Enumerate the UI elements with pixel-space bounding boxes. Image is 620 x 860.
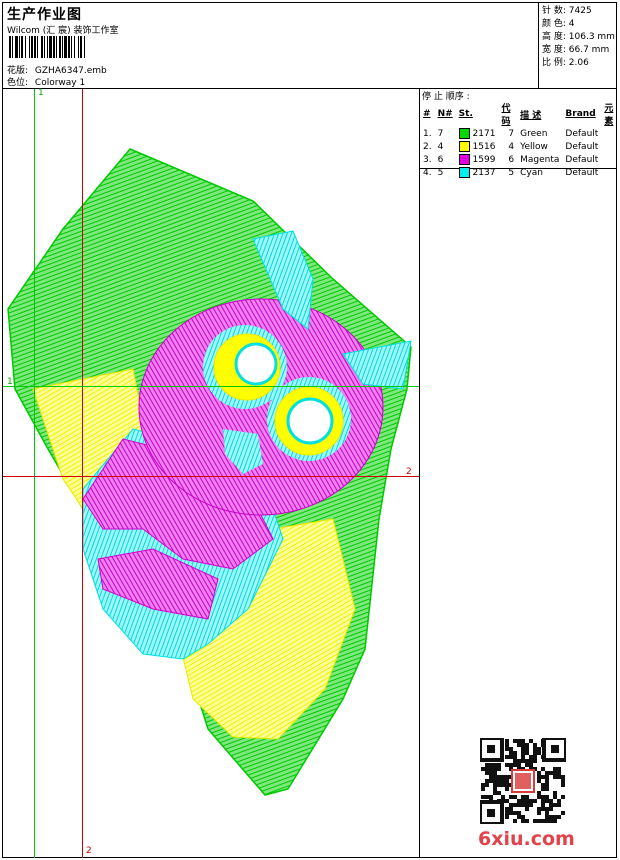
left-eye-pupil — [234, 342, 278, 386]
barcode — [9, 36, 85, 58]
stat-height-value: 106.3 mm — [568, 32, 615, 42]
col-code: 代 码 — [501, 104, 511, 127]
stat-stitches-label: 针 数: — [542, 6, 566, 16]
color-swatch — [458, 154, 470, 165]
stop-sequence-table: # N# St. 代 码 描 述 Brand 元 素 1. 7 2171 7 G… — [420, 101, 620, 179]
row-needle: 7 — [437, 128, 444, 139]
row-needle: 4 — [437, 141, 444, 152]
guide-v1-label: 1 — [38, 88, 44, 98]
site-logo: 6xiu.com — [478, 828, 575, 850]
row-description: Green — [520, 128, 548, 139]
color-swatch — [458, 167, 470, 178]
embroidery-preview — [7, 148, 412, 796]
row-stitches: 1516 — [456, 140, 499, 153]
stat-width-value: 66.7 mm — [568, 45, 610, 55]
row-stitches: 2137 — [456, 166, 499, 179]
row-description: Cyan — [520, 167, 543, 178]
right-eye-pupil — [286, 397, 334, 445]
row-code: 5 — [508, 167, 515, 178]
stat-colors: 颜 色: 4 — [542, 18, 575, 31]
col-stitches: St. — [458, 109, 473, 119]
guide-h2-line — [3, 476, 419, 477]
row-needle: 6 — [437, 154, 444, 165]
row-stitches: 2171 — [456, 127, 499, 140]
stat-stitches: 针 数: 7425 — [542, 5, 592, 18]
colorway-row: 色位: Colorway 1 — [7, 75, 85, 88]
stat-width-label: 宽 度: — [542, 45, 566, 55]
page-title: 生产作业图 — [7, 7, 82, 23]
col-description: 描 述 — [520, 110, 542, 121]
col-brand: Brand — [565, 109, 596, 119]
row-needle: 5 — [437, 167, 444, 178]
colorway-label: 色位: — [7, 78, 29, 88]
colorway-value: Colorway 1 — [34, 78, 86, 88]
guide-v2-line — [82, 89, 83, 858]
seal-stamp — [511, 769, 535, 793]
row-index: 3. — [423, 154, 432, 165]
row-element — [601, 127, 620, 140]
guide-v1-line — [34, 89, 35, 858]
row-index: 2. — [423, 141, 432, 152]
row-brand: Default — [565, 128, 599, 139]
qr-code — [480, 738, 566, 824]
stat-width: 宽 度: 66.7 mm — [542, 44, 609, 57]
stat-colors-label: 颜 色: — [542, 19, 566, 29]
stat-height: 高 度: 106.3 mm — [542, 31, 615, 44]
col-index: # — [423, 109, 431, 119]
col-element: 元 素 — [604, 104, 614, 127]
stop-table-header: # N# St. 代 码 描 述 Brand 元 素 — [420, 101, 620, 127]
color-swatch — [458, 128, 470, 139]
guide-h2-label: 2 — [406, 467, 412, 477]
row-brand: Default — [565, 154, 599, 165]
stats-divider — [538, 2, 539, 89]
guide-v2-label: 2 — [86, 846, 92, 856]
stat-scale-label: 比 例: — [542, 58, 566, 68]
row-index: 4. — [423, 167, 432, 178]
table-row: 4. 5 2137 5 Cyan Default — [420, 166, 620, 179]
stat-scale-value: 2.06 — [568, 58, 589, 68]
row-element — [601, 153, 620, 166]
guide-h1-line — [3, 386, 419, 387]
color-swatch — [458, 141, 470, 152]
stat-colors-value: 4 — [568, 19, 575, 29]
row-code: 7 — [508, 128, 515, 139]
row-brand: Default — [565, 141, 599, 152]
sidebar-divider — [419, 88, 420, 858]
table-row: 3. 6 1599 6 Magenta Default — [420, 153, 620, 166]
row-stitches: 1599 — [456, 153, 499, 166]
stat-stitches-value: 7425 — [568, 6, 592, 16]
table-row: 1. 7 2171 7 Green Default — [420, 127, 620, 140]
row-description: Yellow — [520, 141, 548, 152]
row-code: 6 — [508, 154, 515, 165]
company-name: Wilcom (汇 宸) 装饰工作室 — [7, 26, 119, 36]
row-element — [601, 140, 620, 153]
row-description: Magenta — [520, 154, 560, 165]
guide-h1-label: 1 — [7, 377, 13, 387]
row-index: 1. — [423, 128, 432, 139]
stat-scale: 比 例: 2.06 — [542, 57, 589, 70]
col-needle: N# — [437, 109, 453, 119]
stat-height-label: 高 度: — [542, 32, 566, 42]
row-brand: Default — [565, 167, 599, 178]
row-element — [601, 166, 620, 179]
table-row: 2. 4 1516 4 Yellow Default — [420, 140, 620, 153]
row-code: 4 — [508, 141, 515, 152]
